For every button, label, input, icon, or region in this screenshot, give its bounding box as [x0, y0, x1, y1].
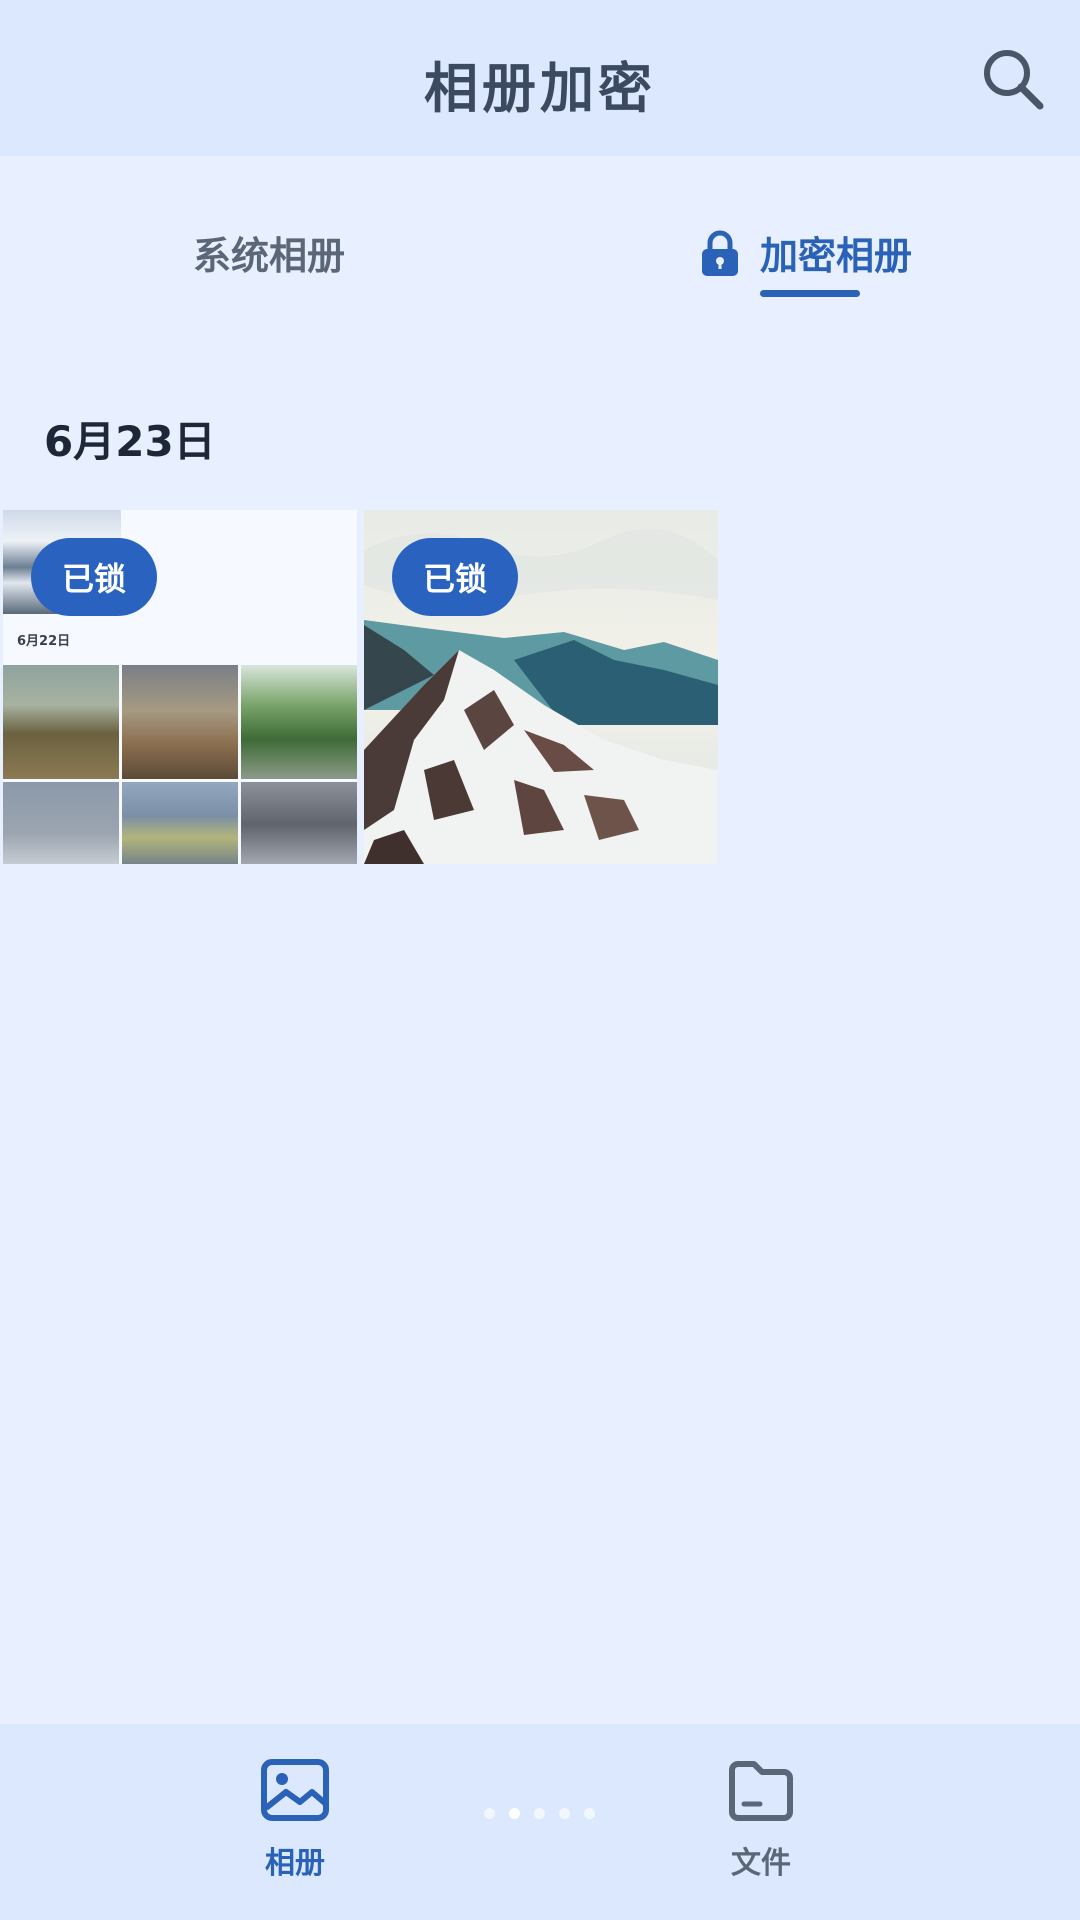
- page-dot-active: [509, 1808, 520, 1819]
- grid-cell: [3, 782, 119, 864]
- embedded-date-text: 6月22日: [17, 634, 71, 649]
- page-dot: [534, 1808, 545, 1819]
- grid-cell: [241, 782, 357, 864]
- tab-label: 加密相册: [760, 234, 913, 278]
- page-dot: [484, 1808, 495, 1819]
- nav-label: 相册: [265, 1846, 325, 1881]
- photo-thumbnail[interactable]: 已锁: [364, 510, 718, 864]
- lock-icon: [702, 230, 738, 276]
- grid-cell: [241, 665, 357, 779]
- embedded-photo-grid: [3, 665, 357, 864]
- grid-cell: [122, 782, 238, 864]
- image-icon: [261, 1759, 329, 1821]
- page-dot: [559, 1808, 570, 1819]
- grid-cell: [3, 665, 119, 779]
- top-bar: 相册加密: [0, 0, 1080, 156]
- tab-system-album[interactable]: 系统相册: [193, 225, 345, 280]
- folder-icon: [729, 1761, 793, 1821]
- nav-label: 文件: [731, 1846, 791, 1881]
- grid-cell: [122, 665, 238, 779]
- locked-badge: 已锁: [392, 538, 518, 616]
- tab-label: 系统相册: [193, 234, 346, 278]
- page-indicator: [484, 1808, 595, 1819]
- page-title: 相册加密: [424, 57, 656, 120]
- date-group-header: 6月23日: [44, 417, 216, 466]
- locked-badge: 已锁: [31, 538, 157, 616]
- nav-item-files[interactable]: 文件: [726, 1756, 796, 1882]
- search-icon[interactable]: [980, 46, 1046, 112]
- app-root: 相册加密 系统相册 加密相册 6月23日 6月22日 已锁 已锁 相册 文件: [0, 0, 1080, 1920]
- page-dot: [584, 1808, 595, 1819]
- tab-active-indicator: [760, 290, 860, 297]
- bottom-navigation: 相册 文件: [0, 1724, 1080, 1920]
- tab-encrypted-album[interactable]: 加密相册: [700, 225, 912, 280]
- nav-item-album[interactable]: 相册: [260, 1756, 330, 1882]
- photo-thumbnail[interactable]: 6月22日 已锁: [3, 510, 357, 864]
